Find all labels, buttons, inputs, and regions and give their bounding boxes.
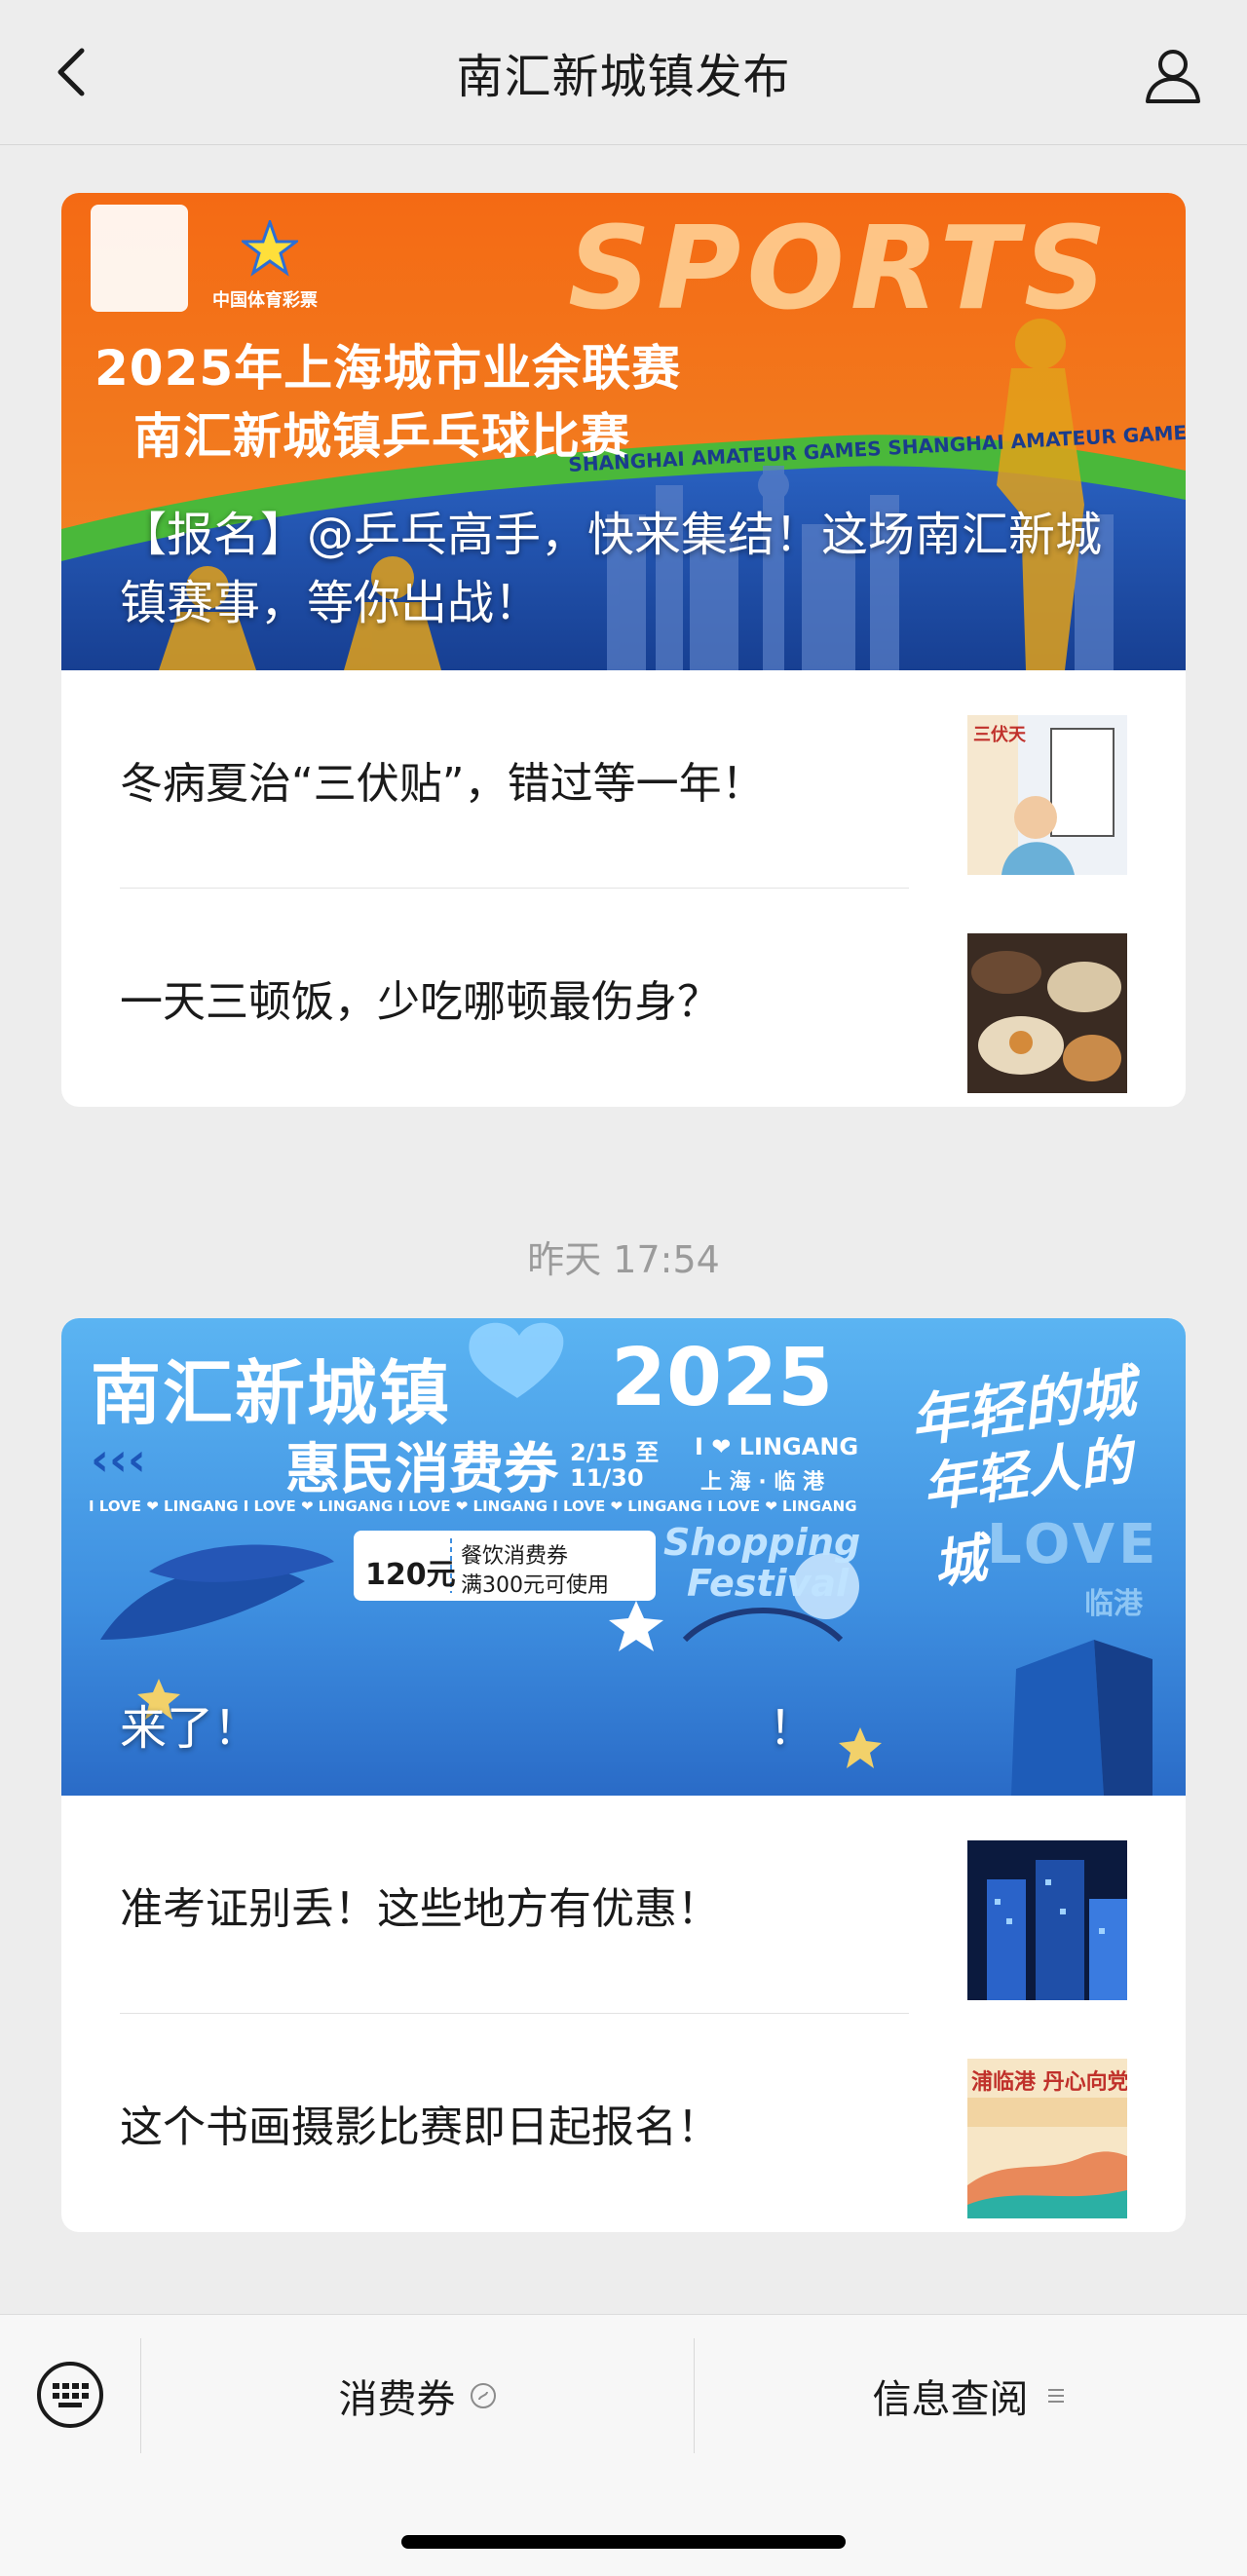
sports-star-logo (91, 205, 188, 312)
article-title: 冬病夏治“三伏贴”，错过等一年！ (120, 759, 765, 809)
banner-lingang: I ❤ LINGANG (695, 1433, 859, 1460)
keyboard-toggle-button[interactable] (35, 2360, 105, 2430)
hero-article-2[interactable]: 南汇新城镇 2025 惠民消费券 ‹‹‹ 2/15 至 11/30 I ❤ LI… (61, 1318, 1186, 1796)
thumbnail-caption: 三伏天 (973, 725, 1026, 745)
hero-article-1[interactable]: 中国体育彩票 SPORTS 2025年上海城市业余联赛 南汇新城镇乒乓球比赛 S… (61, 193, 1186, 670)
article-title: 这个书画摄影比赛即日起报名！ (120, 2102, 720, 2152)
banner-year: 2025 (611, 1332, 834, 1424)
message-timestamp: 昨天 17:54 (527, 1238, 720, 1281)
banner-logo-text: 中国体育彩票 (212, 290, 318, 311)
menu-item-label: 消费券 (338, 2377, 456, 2422)
page-title: 南汇新城镇发布 (456, 50, 791, 104)
article-row[interactable]: 冬病夏治“三伏贴”，错过等一年！ 三伏天 (61, 670, 1186, 889)
menu-item-info[interactable]: 信息查阅 (695, 2338, 1247, 2453)
hero-title-text: 来了！ (120, 1701, 261, 1756)
article-row[interactable]: 这个书画摄影比赛即日起报名！ 浦临港 丹心向党 (61, 2014, 1186, 2232)
coupon-line-1: 餐饮消费券 (461, 1544, 569, 1569)
banner-date-start: 2/15 至 (570, 1439, 660, 1466)
article-thumbnail (967, 1840, 1127, 2000)
lottery-star-logo (239, 217, 301, 277)
banner-date-end: 11/30 (570, 1464, 644, 1492)
festival-text-1: Shopping (663, 1521, 861, 1564)
hero-title-tail: ！ (769, 1701, 816, 1756)
article-title: 准考证别丢！这些地方有优惠！ (120, 1884, 720, 1934)
page: 南汇新城镇发布 中国体育彩票 SPORTS 2025年上海城市业余联赛 南汇新城… (0, 0, 1247, 2576)
article-title: 一天三顿饭，少吃哪顿最伤身？ (120, 977, 720, 1027)
home-indicator[interactable] (401, 2535, 846, 2549)
profile-button[interactable] (1138, 41, 1208, 111)
back-button[interactable] (43, 43, 101, 101)
mini-program-icon (470, 2383, 496, 2408)
article-thumbnail (967, 933, 1127, 1093)
article-thumbnail: 三伏天 (967, 715, 1127, 875)
banner-love-strip: I LOVE ❤ LINGANG I LOVE ❤ LINGANG I LOVE… (89, 1497, 857, 1515)
article-row[interactable]: 准考证别丢！这些地方有优惠！ (61, 1796, 1186, 2014)
article-row[interactable]: 一天三顿饭，少吃哪顿最伤身？ (61, 889, 1186, 1107)
banner-heading-1: 2025年上海城市业余联赛 (94, 340, 682, 397)
coupon-amount: 120元 (365, 1558, 456, 1592)
keyboard-icon (37, 2362, 103, 2428)
banner-subheading: 惠民消费券 (285, 1438, 558, 1501)
banner-heading: 南汇新城镇 (91, 1352, 452, 1434)
message-card-2: 南汇新城镇 2025 惠民消费券 ‹‹‹ 2/15 至 11/30 I ❤ LI… (61, 1318, 1186, 2232)
menu-lines-icon (1047, 2389, 1064, 2403)
banner-chevrons: ‹‹‹ (91, 1433, 146, 1486)
header-bar: 南汇新城镇发布 (0, 0, 1247, 145)
hero-title: 来了！ ！ (120, 1694, 1127, 1762)
love-big-text: LOVE (987, 1513, 1160, 1576)
chevron-left-icon (57, 48, 85, 96)
festival-text-2: Festival (687, 1562, 850, 1605)
banner-heading-2: 南汇新城镇乒乓球比赛 (133, 408, 630, 465)
person-icon (1146, 50, 1200, 103)
message-card-1: 中国体育彩票 SPORTS 2025年上海城市业余联赛 南汇新城镇乒乓球比赛 S… (61, 193, 1186, 1107)
article-thumbnail: 浦临港 丹心向党 (967, 2059, 1127, 2218)
coupon-line-2: 满300元可使用 (461, 1573, 609, 1598)
banner-city: 上 海 · 临 港 (700, 1470, 824, 1495)
banner-sports-text: SPORTS (568, 201, 1113, 335)
hero-title: 【报名】@乒乓高手，快来集结！这场南汇新城镇赛事，等你出战！ (120, 508, 1103, 630)
menu-item-voucher[interactable]: 消费券 (141, 2338, 694, 2453)
love-sub-text: 临港 (1084, 1587, 1143, 1621)
menu-item-label: 信息查阅 (872, 2377, 1029, 2422)
thumbnail-caption: 浦临港 丹心向党 (971, 2070, 1127, 2095)
